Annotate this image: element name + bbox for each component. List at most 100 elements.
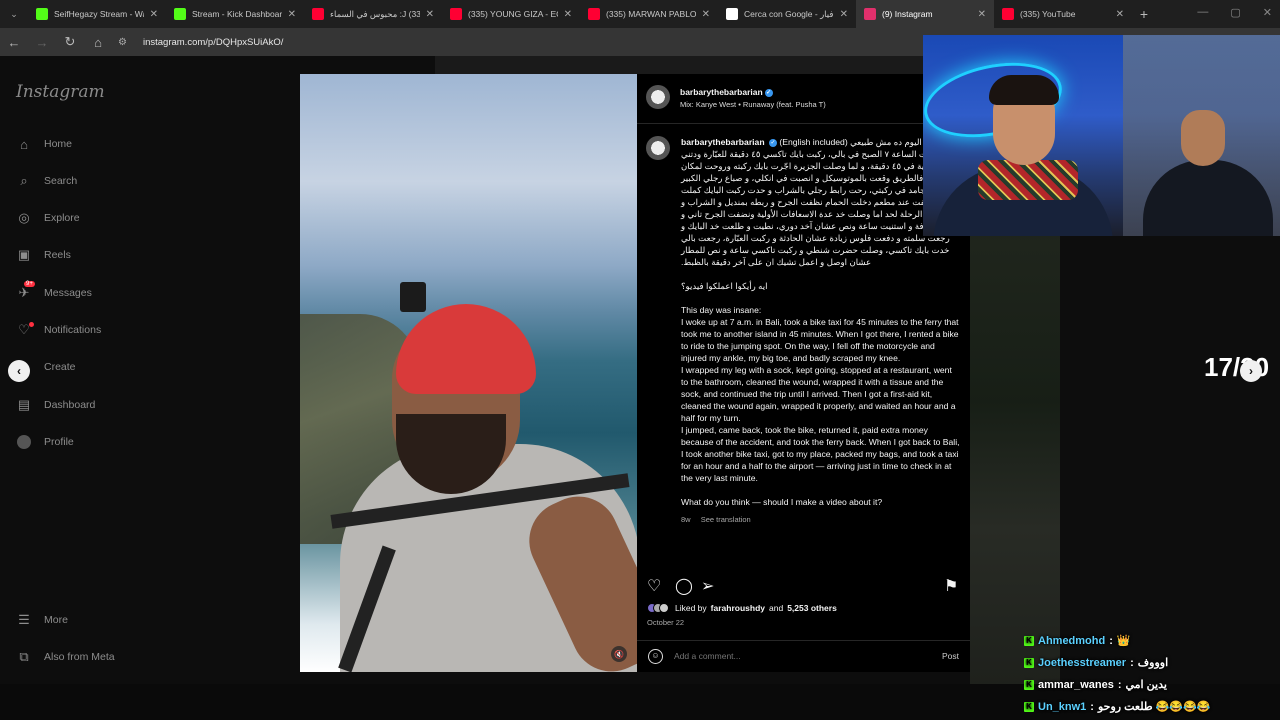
share-send-icon[interactable]: ➢ <box>701 576 714 596</box>
site-info-icon[interactable]: ⚙ <box>118 37 127 48</box>
minimize-icon[interactable]: — <box>1197 6 1208 19</box>
chat-separator: : <box>1130 656 1134 669</box>
caption-text: barbarythebarbarian ✓ (English included)… <box>681 136 961 526</box>
browser-tab[interactable]: (335) YOUNG GIZA - ECSTA ✕ <box>442 0 580 28</box>
chat-text: طلعت روحو 😂😂😂😂 <box>1097 701 1211 713</box>
sidebar-item-also-from-meta[interactable]: ⧉ Also from Meta <box>16 649 114 665</box>
tab-title: محبوس في السماء :J (335) <box>330 8 420 19</box>
browser-tab[interactable]: Cerca con Google - كافيار ✕ <box>718 0 856 28</box>
caption-english-question: What do you think — should I make a vide… <box>681 497 883 507</box>
caption-english-paragraph: I jumped, came back, took the bike, retu… <box>681 425 960 483</box>
browser-tab[interactable]: (9) Instagram ✕ <box>856 0 994 28</box>
caption-username[interactable]: barbarythebarbarian <box>681 137 765 147</box>
tab-title: (335) YOUNG GIZA - ECSTA <box>468 9 558 19</box>
browser-tab[interactable]: (335) MARWAN PABLO - @ ✕ <box>580 0 718 28</box>
post-comment-button[interactable]: Post <box>942 651 959 661</box>
forward-icon[interactable]: → <box>34 35 50 50</box>
url-field[interactable]: instagram.com/p/DQHpxSUiAkO/ <box>143 37 283 48</box>
verified-badge-icon: ✓ <box>764 88 773 97</box>
sidebar-item-messages[interactable]: ✈ 9+ Messages <box>16 281 92 301</box>
tab-favicon-icon <box>864 8 876 20</box>
emoji-icon[interactable]: ☺ <box>648 649 663 664</box>
browser-tab[interactable]: Stream - Kick Dashboard ✕ <box>166 0 304 28</box>
maximize-icon[interactable]: ▢ <box>1230 6 1240 19</box>
chat-message: Kammar_wanes: يدين امي <box>1024 678 1167 691</box>
tab-list-icon[interactable]: ⌄ <box>0 9 28 20</box>
tab-title: Cerca con Google - كافيار <box>744 8 834 19</box>
username-text[interactable]: barbarythebarbarian <box>680 87 763 97</box>
tab-close-icon[interactable]: ✕ <box>564 9 572 20</box>
sidebar-item-label: Profile <box>44 436 74 448</box>
post-header: barbarythebarbarian ✓ Mix: Kanye West • R… <box>637 74 970 124</box>
tab-favicon-icon <box>1002 8 1014 20</box>
browser-tab[interactable]: (335) YouTube ✕ <box>994 0 1132 28</box>
chat-username: Joethesstreamer <box>1038 656 1127 669</box>
tab-title: (335) YouTube <box>1020 9 1076 19</box>
reload-icon[interactable]: ↻ <box>62 34 78 50</box>
home-browser-icon[interactable]: ⌂ <box>90 35 106 50</box>
chat-username: Ahmedmohd <box>1038 634 1106 647</box>
tab-close-icon[interactable]: ✕ <box>1116 9 1124 20</box>
add-comment-input[interactable] <box>674 651 904 661</box>
close-window-icon[interactable]: ✕ <box>1263 6 1272 19</box>
browser-tab[interactable]: SeifHegazy Stream - Watc ✕ <box>28 0 166 28</box>
previous-post-button[interactable]: ‹ <box>8 360 30 382</box>
kick-badge-icon: K <box>1024 635 1034 646</box>
save-bookmark-icon[interactable]: ⚑ <box>944 576 958 596</box>
caption-arabic-body: صحيت الساعة ٧ الصبح في بالي، ركبت بايك ت… <box>681 149 961 267</box>
liked-by-user[interactable]: farahroushdy <box>711 603 765 613</box>
comment-bubble-icon[interactable]: ◯ <box>675 576 693 596</box>
tab-close-icon[interactable]: ✕ <box>840 9 848 20</box>
author-avatar[interactable] <box>646 85 670 109</box>
chat-message: K Joethesstreamer: اوووف <box>1024 656 1168 669</box>
tab-close-icon[interactable]: ✕ <box>426 9 434 20</box>
verified-badge-icon: ✓ <box>768 138 777 147</box>
tab-close-icon[interactable]: ✕ <box>150 9 158 20</box>
sidebar-item-notifications[interactable]: ♡ Notifications <box>16 322 101 338</box>
mute-icon[interactable]: 🔇 <box>611 646 627 662</box>
new-tab-button[interactable]: + <box>1132 6 1156 22</box>
meta-icon: ⧉ <box>19 649 29 664</box>
messages-badge: 9+ <box>24 281 35 287</box>
browser-tab[interactable]: محبوس في السماء :J (335) ✕ <box>304 0 442 28</box>
heart-icon: ♡ <box>16 322 34 338</box>
liked-by-others[interactable]: 5,253 others <box>787 603 837 613</box>
caption-english-paragraph: I wrapped my leg with a sock, kept going… <box>681 365 956 423</box>
backdrop-strip <box>435 56 970 74</box>
sidebar-item-reels[interactable]: ▣ Reels <box>16 247 71 263</box>
sidebar-item-label: Reels <box>44 249 71 261</box>
liker-avatars <box>647 603 669 613</box>
tab-close-icon[interactable]: ✕ <box>288 9 296 20</box>
kick-badge-icon: K <box>1024 657 1034 668</box>
author-username[interactable]: barbarythebarbarian ✓ <box>680 87 773 97</box>
post-media-video[interactable]: 🔇 <box>300 74 637 672</box>
sidebar-item-profile[interactable]: Profile <box>16 434 74 450</box>
sidebar-item-explore[interactable]: ◎ Explore <box>16 210 79 226</box>
post-actions: ♡ ◯ ➢ ⚑ <box>637 572 970 602</box>
sidebar-item-search[interactable]: ⌕ Search <box>16 173 77 189</box>
caption-author-avatar[interactable] <box>646 136 670 160</box>
chat-text: 👑 <box>1116 635 1131 647</box>
like-heart-icon[interactable]: ♡ <box>647 576 661 596</box>
caption-english-heading: This day was insane: <box>681 305 762 315</box>
sidebar-item-more[interactable]: ☰ More <box>16 612 68 628</box>
sidebar-item-dashboard[interactable]: ▤ Dashboard <box>16 397 96 413</box>
sidebar-item-home[interactable]: ⌂ Home <box>16 136 72 152</box>
helmet-camera <box>400 282 426 312</box>
instagram-logo[interactable]: Instagram <box>16 82 105 102</box>
streamer-webcam-overlay <box>923 35 1280 236</box>
comment-bar: ☺ Post <box>637 640 970 672</box>
window-controls: — ▢ ✕ <box>1197 6 1272 19</box>
next-post-button[interactable]: › <box>1240 360 1262 382</box>
kick-badge-icon: K <box>1024 679 1034 690</box>
tab-close-icon[interactable]: ✕ <box>978 9 986 20</box>
audio-track[interactable]: Mix: Kanye West • Runaway (feat. Pusha T… <box>680 100 826 109</box>
post-age: 8w <box>681 515 691 524</box>
tab-close-icon[interactable]: ✕ <box>702 9 710 20</box>
see-translation-link[interactable]: See translation <box>701 515 751 524</box>
sidebar-item-label: Search <box>44 175 78 187</box>
back-icon[interactable]: ← <box>6 35 22 50</box>
profile-avatar <box>17 435 31 449</box>
chat-separator: : <box>1090 700 1094 713</box>
chat-username: Un_knw1 <box>1038 700 1087 713</box>
